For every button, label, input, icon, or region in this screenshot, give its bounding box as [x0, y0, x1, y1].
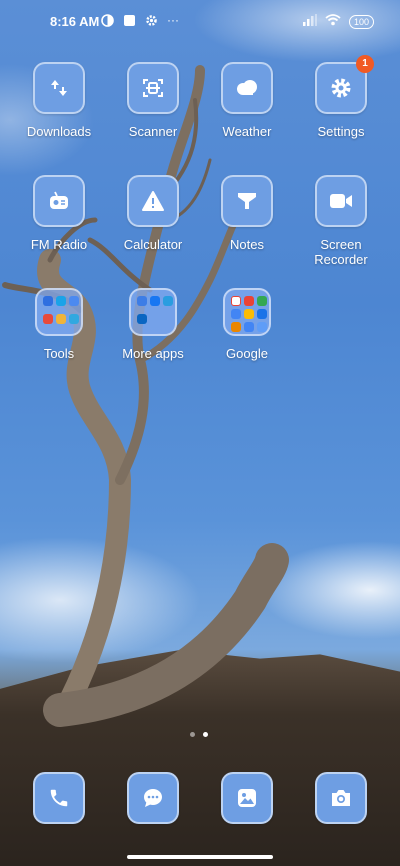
mini-app-icon: [56, 313, 66, 324]
phone-icon[interactable]: [33, 772, 85, 824]
vpn-icon: [100, 13, 114, 27]
app-weather[interactable]: Weather: [197, 62, 297, 139]
app-settings[interactable]: 1 Settings: [291, 55, 391, 139]
status-right-icons: 100: [302, 13, 374, 31]
mini-app-icon: [231, 322, 241, 332]
mini-app-icon: [43, 313, 53, 324]
signal-icon: [302, 13, 317, 31]
dock-phone[interactable]: [9, 772, 109, 824]
chat-bubble-icon[interactable]: [127, 772, 179, 824]
app-label: Settings: [317, 124, 365, 139]
warning-icon[interactable]: [127, 175, 179, 227]
mini-app-icon: [231, 296, 241, 306]
page-dot[interactable]: [190, 732, 195, 737]
mini-app-icon: [257, 322, 267, 332]
gallery-icon[interactable]: [221, 772, 273, 824]
folder-icon[interactable]: [223, 288, 271, 336]
camera-icon[interactable]: [315, 772, 367, 824]
app-label: Weather: [222, 124, 272, 139]
mini-app-icon: [150, 296, 160, 306]
battery-indicator: 100: [348, 15, 374, 29]
mini-app-icon: [69, 313, 79, 324]
app-label: Calculator: [123, 237, 183, 252]
status-left-icons: ···: [100, 13, 180, 27]
more-dots-icon: ···: [167, 13, 179, 27]
app-label: Downloads: [26, 124, 92, 139]
status-time: 8:16 AM: [50, 14, 100, 29]
mini-app-icon: [56, 296, 66, 306]
gear-icon: [144, 13, 158, 27]
app-calculator[interactable]: Calculator: [103, 175, 203, 252]
app-notes[interactable]: Notes: [197, 175, 297, 252]
scanner-icon[interactable]: [127, 62, 179, 114]
home-indicator-bar[interactable]: [127, 855, 273, 859]
app-scanner[interactable]: Scanner: [103, 62, 203, 139]
folder-google[interactable]: Google: [197, 288, 297, 361]
app-label: Screen Recorder: [314, 237, 368, 267]
mini-app-icon: [69, 296, 79, 306]
wifi-icon: [325, 13, 341, 31]
dock-gallery[interactable]: [197, 772, 297, 824]
app-downloads[interactable]: Downloads: [9, 62, 109, 139]
page-dot-active[interactable]: [203, 732, 208, 737]
video-camera-icon[interactable]: [315, 175, 367, 227]
downloads-icon[interactable]: [33, 62, 85, 114]
settings-gear-icon[interactable]: 1: [315, 55, 374, 114]
app-label: Notes: [230, 237, 264, 252]
folder-icon[interactable]: [129, 288, 177, 336]
mini-app-icon: [43, 296, 53, 306]
app-label: FM Radio: [30, 237, 88, 252]
mini-app-icon: [244, 322, 254, 332]
app-fm-radio[interactable]: FM Radio: [9, 175, 109, 252]
mini-app-icon: [137, 313, 147, 324]
folder-label: Tools: [43, 346, 75, 361]
folder-icon[interactable]: [35, 288, 83, 336]
square-icon: [122, 13, 136, 27]
mini-app-icon: [244, 296, 254, 306]
cloud-icon[interactable]: [221, 62, 273, 114]
folder-label: More apps: [122, 346, 184, 361]
mini-app-icon: [137, 296, 147, 306]
mini-app-icon: [257, 309, 267, 319]
status-bar: 8:16 AM ··· 100: [0, 10, 400, 34]
mini-app-icon: [257, 296, 267, 306]
folder-more-apps[interactable]: More apps: [103, 288, 203, 361]
radio-icon[interactable]: [33, 175, 85, 227]
dock-camera[interactable]: [291, 772, 391, 824]
folder-label: Google: [226, 346, 268, 361]
app-screen-recorder[interactable]: Screen Recorder: [291, 175, 391, 267]
funnel-icon[interactable]: [221, 175, 273, 227]
mini-app-icon: [244, 309, 254, 319]
mini-app-icon: [231, 309, 241, 319]
app-label: Scanner: [128, 124, 178, 139]
notification-badge: 1: [356, 55, 374, 73]
dock-messages[interactable]: [103, 772, 203, 824]
folder-tools[interactable]: Tools: [9, 288, 109, 361]
page-indicator: [190, 732, 208, 737]
mini-app-icon: [163, 296, 173, 306]
wallpaper-tree: [2, 65, 289, 727]
